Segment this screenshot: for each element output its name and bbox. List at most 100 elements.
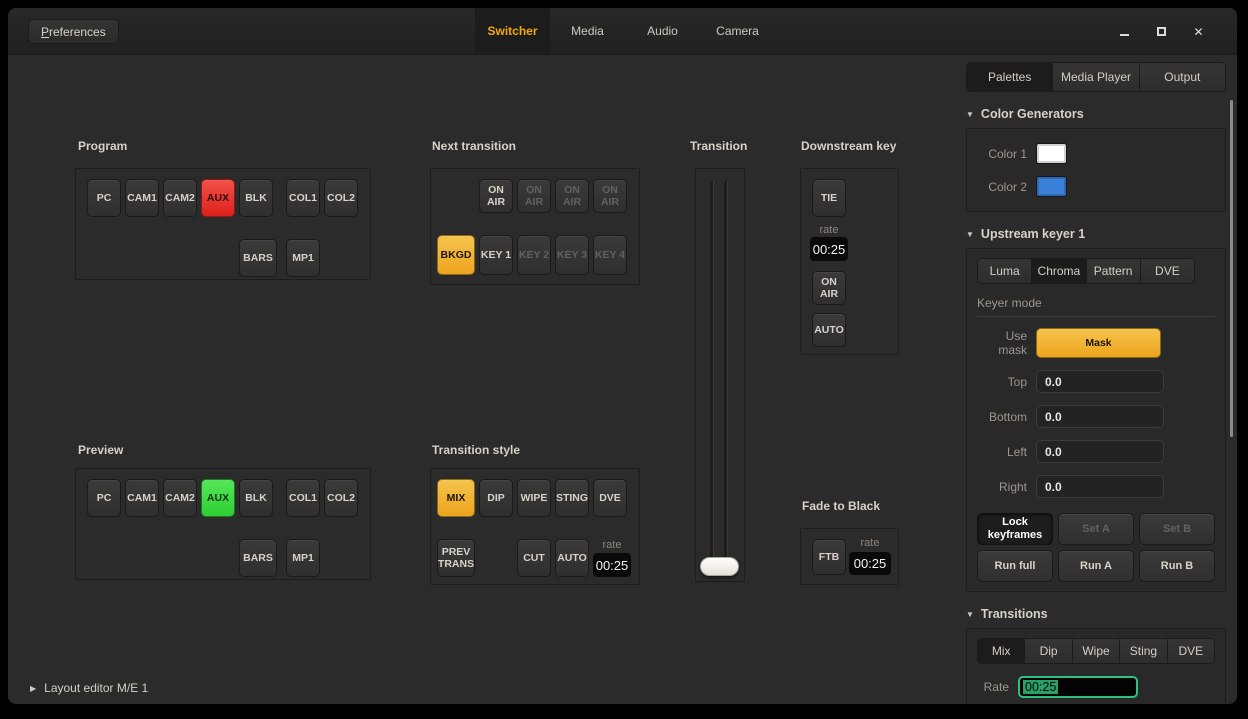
- program-title: Program: [78, 139, 127, 153]
- transitions-rate-row: Rate 00:25: [977, 676, 1215, 698]
- style-rate-display[interactable]: 00:25: [593, 553, 631, 577]
- keyer-tab-luma[interactable]: Luma: [978, 259, 1032, 283]
- sidebar-tab-bar: Palettes Media Player Output: [966, 62, 1226, 92]
- prev-trans-button[interactable]: PREV TRANS: [437, 539, 475, 577]
- color2-row: Color 2: [977, 176, 1215, 197]
- style-sting-button[interactable]: STING: [555, 479, 589, 517]
- tab-camera[interactable]: Camera: [700, 8, 775, 55]
- program-source-blk[interactable]: BLK: [239, 179, 273, 217]
- keyer-tab-chroma[interactable]: Chroma: [1032, 259, 1086, 283]
- preferences-button[interactable]: Preferences: [28, 19, 119, 44]
- program-source-cam1[interactable]: CAM1: [125, 179, 159, 217]
- program-source-col2[interactable]: COL2: [324, 179, 358, 217]
- key4-button[interactable]: KEY 4: [593, 235, 627, 275]
- preview-source-mp1[interactable]: MP1: [286, 539, 320, 577]
- t-bar-handle[interactable]: [700, 557, 739, 576]
- preview-source-bars[interactable]: BARS: [239, 539, 277, 577]
- sidebar-tab-output[interactable]: Output: [1140, 63, 1225, 91]
- bkgd-button[interactable]: BKGD: [437, 235, 475, 275]
- transitions-rate-input[interactable]: 00:25: [1018, 676, 1138, 698]
- style-wipe-button[interactable]: WIPE: [517, 479, 551, 517]
- key3-button[interactable]: KEY 3: [555, 235, 589, 275]
- run-full-button[interactable]: Run full: [977, 550, 1053, 582]
- cut-button[interactable]: CUT: [517, 539, 551, 577]
- sidebar-tab-palettes[interactable]: Palettes: [967, 63, 1053, 91]
- expander-down-icon: ▼: [966, 110, 974, 119]
- transitions-title: Transitions: [981, 607, 1048, 621]
- preview-source-col2[interactable]: COL2: [324, 479, 358, 517]
- color1-swatch[interactable]: [1036, 143, 1067, 164]
- program-source-pc[interactable]: PC: [87, 179, 121, 217]
- set-b-button[interactable]: Set B: [1139, 513, 1215, 545]
- mask-toggle-button[interactable]: Mask: [1036, 328, 1161, 358]
- run-b-button[interactable]: Run B: [1139, 550, 1215, 582]
- layout-editor-expander[interactable]: ▶ Layout editor M/E 1: [30, 681, 148, 695]
- keyframe-buttons: Lock keyframes Set A Set B Run full Run …: [977, 513, 1215, 582]
- transitions-tab-dve[interactable]: DVE: [1168, 639, 1214, 663]
- auto-button[interactable]: AUTO: [555, 539, 589, 577]
- tab-media[interactable]: Media: [550, 8, 625, 55]
- program-source-col1[interactable]: COL1: [286, 179, 320, 217]
- sidebar-tab-media-player[interactable]: Media Player: [1053, 63, 1139, 91]
- program-source-aux[interactable]: AUX: [201, 179, 235, 217]
- sidebar-scrollbar[interactable]: [1230, 100, 1233, 437]
- dsk-auto-button[interactable]: AUTO: [812, 313, 846, 347]
- ftb-rate-display[interactable]: 00:25: [849, 552, 891, 575]
- transitions-tab-dip[interactable]: Dip: [1025, 639, 1072, 663]
- transition-t-bar[interactable]: [695, 168, 745, 582]
- mask-right-input[interactable]: [1036, 475, 1164, 498]
- ftb-button[interactable]: FTB: [812, 539, 846, 575]
- transitions-header[interactable]: ▼ Transitions: [966, 607, 1226, 621]
- preview-source-blk[interactable]: BLK: [239, 479, 273, 517]
- mask-right-label: Right: [977, 480, 1027, 494]
- keyer-tab-dve[interactable]: DVE: [1141, 259, 1194, 283]
- minimize-icon: [1120, 34, 1129, 36]
- close-button[interactable]: ✕: [1180, 25, 1217, 39]
- lock-keyframes-button[interactable]: Lock keyframes: [977, 513, 1053, 545]
- preview-source-col1[interactable]: COL1: [286, 479, 320, 517]
- key1-button[interactable]: KEY 1: [479, 235, 513, 275]
- tab-switcher[interactable]: Switcher: [475, 8, 550, 55]
- color2-swatch[interactable]: [1036, 176, 1067, 197]
- transitions-tab-wipe[interactable]: Wipe: [1073, 639, 1120, 663]
- program-source-bars[interactable]: BARS: [239, 239, 277, 277]
- program-source-mp1[interactable]: MP1: [286, 239, 320, 277]
- run-a-button[interactable]: Run A: [1058, 550, 1134, 582]
- set-a-button[interactable]: Set A: [1058, 513, 1134, 545]
- key1-on-air-button[interactable]: ON AIR: [479, 179, 513, 213]
- program-source-cam2[interactable]: CAM2: [163, 179, 197, 217]
- transitions-tab-mix[interactable]: Mix: [978, 639, 1025, 663]
- next-transition-title: Next transition: [432, 139, 516, 153]
- mask-right-row: Right: [977, 475, 1215, 498]
- mask-top-input[interactable]: [1036, 370, 1164, 393]
- style-mix-button[interactable]: MIX: [437, 479, 475, 517]
- key4-on-air-button[interactable]: ON AIR: [593, 179, 627, 213]
- preview-source-pc[interactable]: PC: [87, 479, 121, 517]
- mask-bottom-input[interactable]: [1036, 405, 1164, 428]
- upstream-keyer-header[interactable]: ▼ Upstream keyer 1: [966, 227, 1226, 241]
- keyer-tab-pattern[interactable]: Pattern: [1087, 259, 1141, 283]
- tab-audio[interactable]: Audio: [625, 8, 700, 55]
- mask-left-input[interactable]: [1036, 440, 1164, 463]
- dsk-tie-button[interactable]: TIE: [812, 179, 846, 217]
- dsk-rate-display[interactable]: 00:25: [810, 237, 848, 261]
- key2-on-air-button[interactable]: ON AIR: [517, 179, 551, 213]
- key3-on-air-button[interactable]: ON AIR: [555, 179, 589, 213]
- color-generators-header[interactable]: ▼ Color Generators: [966, 107, 1226, 121]
- mask-left-row: Left: [977, 440, 1215, 463]
- expander-right-icon: ▶: [30, 684, 36, 693]
- style-dve-button[interactable]: DVE: [593, 479, 627, 517]
- style-dip-button[interactable]: DIP: [479, 479, 513, 517]
- transition-title: Transition: [690, 139, 747, 153]
- preview-source-cam2[interactable]: CAM2: [163, 479, 197, 517]
- preview-source-aux[interactable]: AUX: [201, 479, 235, 517]
- color1-label: Color 1: [977, 147, 1027, 161]
- maximize-button[interactable]: [1143, 25, 1180, 39]
- dsk-on-air-button[interactable]: ON AIR: [812, 271, 846, 305]
- keyer-type-tab-bar: Luma Chroma Pattern DVE: [977, 258, 1195, 284]
- layout-editor-label: Layout editor M/E 1: [44, 681, 148, 695]
- minimize-button[interactable]: [1106, 25, 1143, 39]
- preview-source-cam1[interactable]: CAM1: [125, 479, 159, 517]
- transitions-tab-sting[interactable]: Sting: [1120, 639, 1167, 663]
- key2-button[interactable]: KEY 2: [517, 235, 551, 275]
